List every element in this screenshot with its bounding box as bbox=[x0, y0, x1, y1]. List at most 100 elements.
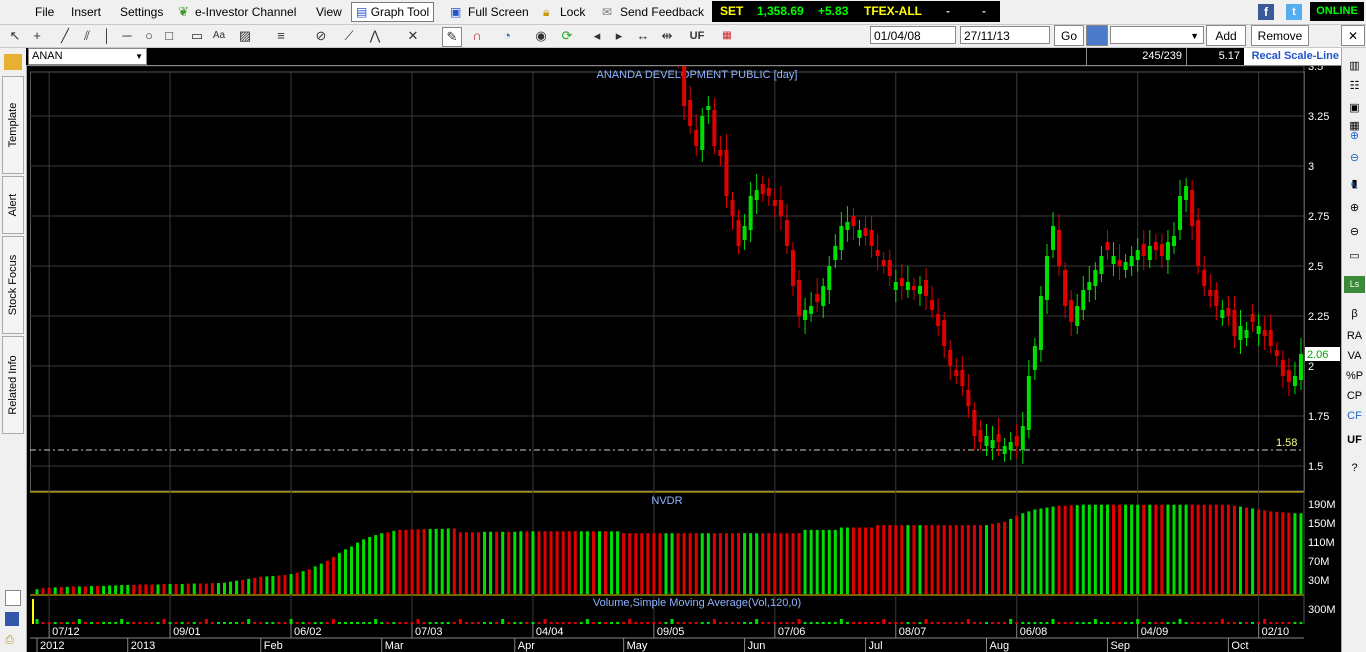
circle-icon[interactable]: ○ bbox=[140, 27, 158, 45]
magnify-minus-icon[interactable]: ⊖ bbox=[1344, 224, 1365, 241]
sma-bar bbox=[440, 622, 444, 624]
tab-alert[interactable]: Alert bbox=[2, 176, 24, 234]
sma-bar bbox=[1287, 622, 1291, 624]
menu-insert[interactable]: Insert bbox=[71, 0, 101, 24]
uf-button[interactable]: UF bbox=[688, 27, 706, 45]
sma-bar bbox=[785, 622, 789, 624]
sma-bar bbox=[150, 622, 154, 624]
sma-bar bbox=[325, 622, 329, 624]
tool-cp[interactable]: CP bbox=[1344, 388, 1365, 405]
parallel-lines-icon[interactable]: ⫽ bbox=[78, 27, 96, 45]
menu-settings[interactable]: Settings bbox=[120, 0, 163, 24]
magnet-icon[interactable]: ∩ bbox=[468, 27, 486, 45]
price-tick-label: 3 bbox=[1308, 161, 1314, 173]
go-button[interactable]: Go bbox=[1054, 25, 1084, 46]
cursor-icon[interactable]: ↖ bbox=[1344, 178, 1365, 195]
sma-bar bbox=[664, 622, 668, 624]
ls-icon[interactable]: Ls bbox=[1344, 276, 1365, 293]
pointer-icon[interactable]: ↖ bbox=[6, 27, 24, 45]
fullscreen-icon: ▣ bbox=[450, 5, 462, 19]
date-from-input[interactable]: 01/04/08 bbox=[870, 26, 956, 44]
palette-icon[interactable]: ◉ bbox=[532, 27, 550, 45]
arrow-right-icon[interactable]: ▸ bbox=[610, 27, 628, 45]
line-style-icon[interactable]: ≡ bbox=[272, 27, 290, 45]
volume-bar bbox=[628, 533, 632, 594]
volume-bar bbox=[809, 529, 813, 594]
candle-body bbox=[1117, 260, 1122, 266]
sync-icon[interactable]: ⟳ bbox=[558, 27, 576, 45]
calendar-icon[interactable]: ▦ bbox=[718, 27, 736, 45]
pattern-icon[interactable]: ⊘ bbox=[312, 27, 330, 45]
delete-icon[interactable]: ✕ bbox=[404, 27, 422, 45]
fibonacci-icon[interactable]: ▨ bbox=[236, 27, 254, 45]
pitchfork-icon[interactable]: ⟋ bbox=[340, 27, 358, 45]
date-to-input[interactable]: 27/11/13 bbox=[960, 26, 1050, 44]
date-tick-label: 04/09 bbox=[1141, 626, 1169, 638]
new-icon[interactable] bbox=[5, 590, 21, 606]
arrow-left-icon[interactable]: ◂ bbox=[588, 27, 606, 45]
price-chart[interactable]: 5.2554.754.54.2543.753.53.2532.752.52.25… bbox=[30, 66, 1341, 652]
sma-bar bbox=[1239, 622, 1242, 624]
tab-stock-focus[interactable]: Stock Focus bbox=[2, 236, 24, 334]
symbol-select[interactable]: ANAN ▼ bbox=[28, 48, 147, 65]
beta-icon[interactable]: β bbox=[1344, 306, 1365, 323]
vertical-line-icon[interactable]: │ bbox=[98, 27, 116, 45]
menu-e-investor-channel[interactable]: e-Investor Channel bbox=[195, 0, 296, 24]
tool-va[interactable]: VA bbox=[1344, 348, 1365, 365]
rectangle-icon[interactable]: □ bbox=[160, 27, 178, 45]
tool-cf[interactable]: CF bbox=[1344, 408, 1365, 425]
text-icon[interactable]: Aa bbox=[210, 27, 228, 45]
zigzag-icon[interactable]: ⋀ bbox=[366, 27, 384, 45]
zoom-in-icon[interactable]: ⊕ bbox=[1344, 128, 1365, 145]
image-icon[interactable]: ▣ bbox=[1344, 100, 1365, 117]
note-icon[interactable]: ▭ bbox=[188, 27, 206, 45]
volume-bar bbox=[851, 527, 855, 594]
candle-body bbox=[809, 306, 814, 314]
scale-mode[interactable]: Recal Scale-Line bbox=[1244, 48, 1341, 65]
save-icon[interactable] bbox=[5, 612, 19, 626]
window-icon[interactable]: ▭ bbox=[1344, 248, 1365, 265]
menu-lock[interactable]: Lock bbox=[560, 0, 585, 24]
sma-bar bbox=[864, 622, 868, 624]
twitter-icon[interactable]: t bbox=[1286, 4, 1302, 20]
template-select[interactable]: ▼ bbox=[1110, 26, 1204, 44]
pencil-icon[interactable]: ✎ bbox=[442, 27, 462, 47]
tool-ra[interactable]: RA bbox=[1344, 328, 1365, 345]
expand-icon[interactable]: ↔ bbox=[634, 27, 652, 45]
panel-icon[interactable] bbox=[1086, 25, 1108, 46]
tab-related-info[interactable]: Related Info bbox=[2, 336, 24, 434]
add-button[interactable]: Add bbox=[1206, 25, 1246, 46]
print-icon[interactable]: ⎙ bbox=[5, 634, 19, 646]
scale-icon[interactable]: ▥ bbox=[1344, 58, 1365, 75]
zoom-out-icon[interactable]: ⊖ bbox=[1344, 150, 1365, 167]
candle-body bbox=[1184, 186, 1189, 200]
volume-bar bbox=[942, 525, 946, 594]
compress-icon[interactable]: ⇹ bbox=[658, 27, 676, 45]
menu-graph-tool[interactable]: ▤ Graph Tool bbox=[351, 2, 435, 22]
menu-full-screen[interactable]: Full Screen bbox=[468, 0, 529, 24]
sma-bar bbox=[1263, 619, 1267, 624]
crosshair-icon[interactable]: + bbox=[28, 27, 46, 45]
list-icon[interactable]: ☷ bbox=[1344, 78, 1365, 95]
menu-send-feedback[interactable]: Send Feedback bbox=[620, 0, 704, 24]
magnify-plus-icon[interactable]: ⊕ bbox=[1344, 200, 1365, 217]
help-icon[interactable]: ? bbox=[1344, 460, 1365, 477]
tool-percent-p[interactable]: %P bbox=[1344, 368, 1365, 385]
menu-file[interactable]: File bbox=[35, 0, 54, 24]
sma-bar bbox=[1196, 622, 1200, 624]
tool-uf[interactable]: UF bbox=[1344, 432, 1365, 449]
volume-tick-label: 110M bbox=[1308, 537, 1335, 549]
horizontal-line-icon[interactable]: ─ bbox=[118, 27, 136, 45]
tab-template[interactable]: Template bbox=[2, 76, 24, 174]
menu-view[interactable]: View bbox=[316, 0, 342, 24]
refresh-icon[interactable]: ◔ bbox=[498, 27, 516, 45]
folder-icon[interactable] bbox=[4, 54, 22, 70]
facebook-icon[interactable]: f bbox=[1258, 4, 1274, 20]
sma-bar bbox=[1099, 622, 1103, 624]
close-icon[interactable]: ✕ bbox=[1341, 25, 1365, 46]
volume-bar bbox=[229, 581, 233, 594]
candle-body bbox=[833, 246, 838, 260]
sma-bar bbox=[501, 619, 505, 624]
line-icon[interactable]: ╱ bbox=[56, 27, 74, 45]
remove-button[interactable]: Remove bbox=[1251, 25, 1309, 46]
